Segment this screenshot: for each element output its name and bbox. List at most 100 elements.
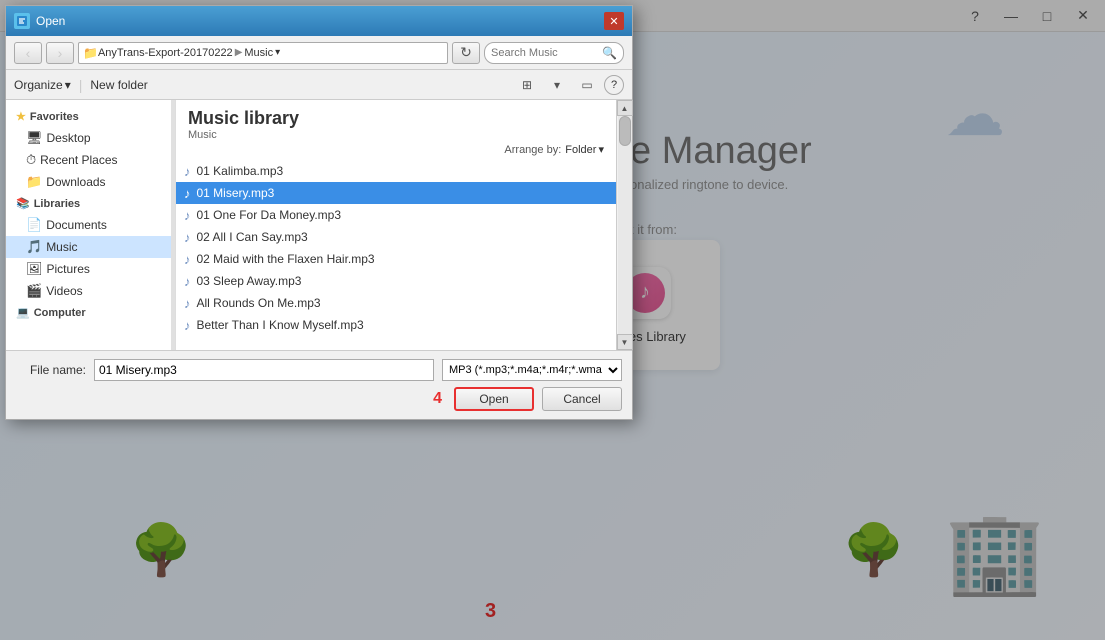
file-item-7[interactable]: ♪ Better Than I Know Myself.mp3: [176, 314, 616, 336]
sidebar-item-music[interactable]: 🎵 Music: [6, 236, 175, 258]
view-buttons: ⊞ ▾ ▭ ?: [514, 74, 624, 96]
file-item-4[interactable]: ♪ 02 Maid with the Flaxen Hair.mp3: [176, 248, 616, 270]
forward-button[interactable]: ›: [46, 42, 74, 64]
dialog-title-text: Open: [36, 14, 598, 28]
address-folder-name: AnyTrans-Export-20170222: [98, 47, 233, 59]
library-subtitle: Music: [188, 129, 299, 141]
help-icon-button[interactable]: ?: [604, 75, 624, 95]
filename-row: File name: MP3 (*.mp3;*.m4a;*.m4r;*.wma: [16, 359, 622, 381]
file-icon-selected: ♪: [184, 186, 191, 201]
sidebar-recent-label: Recent Places: [40, 153, 117, 167]
address-subfolder-name: Music: [244, 47, 273, 59]
scrollbar[interactable]: ▲ ▼: [616, 100, 632, 350]
sidebar-music-label: Music: [46, 240, 77, 254]
back-button[interactable]: ‹: [14, 42, 42, 64]
file-name-6: All Rounds On Me.mp3: [197, 296, 321, 310]
file-icon-6: ♪: [184, 296, 191, 311]
address-bar[interactable]: 📁 AnyTrans-Export-20170222 ▶ Music ▾: [78, 42, 448, 64]
sidebar-libraries-header: 📚 Libraries: [6, 193, 175, 214]
sidebar-documents-label: Documents: [46, 218, 107, 232]
sidebar-item-recent-places[interactable]: ⏱ Recent Places: [6, 149, 175, 171]
dialog-title-icon: [14, 13, 30, 29]
search-input[interactable]: [491, 47, 602, 59]
sidebar-videos-label: Videos: [46, 284, 82, 298]
file-icon-4: ♪: [184, 252, 191, 267]
file-name-7: Better Than I Know Myself.mp3: [197, 318, 364, 332]
step-4-label: 4: [433, 390, 442, 408]
dialog-body-scroll: Music library Music Arrange by: Folder ▾…: [176, 100, 632, 350]
file-name-4: 02 Maid with the Flaxen Hair.mp3: [197, 252, 375, 266]
file-list: Music library Music Arrange by: Folder ▾…: [176, 100, 616, 350]
file-item-6[interactable]: ♪ All Rounds On Me.mp3: [176, 292, 616, 314]
sidebar-resize-handle[interactable]: [171, 100, 175, 350]
search-box: 🔍: [484, 42, 624, 64]
file-icon-2: ♪: [184, 208, 191, 223]
address-chevron-icon: ▶: [235, 47, 243, 58]
file-item-3[interactable]: ♪ 02 All I Can Say.mp3: [176, 226, 616, 248]
open-dialog: Open ✕ ‹ › 📁 AnyTrans-Export-20170222 ▶ …: [5, 5, 633, 420]
dialog-sidebar: ★ Favorites 🖥 Desktop ⏱ Recent Places 📁 …: [6, 100, 176, 350]
sidebar-favorites-header: ★ Favorites: [6, 106, 175, 127]
sidebar-item-videos[interactable]: 🎬 Videos: [6, 280, 175, 302]
sidebar-item-documents[interactable]: 📄 Documents: [6, 214, 175, 236]
file-item[interactable]: ♪ 01 Kalimba.mp3: [176, 160, 616, 182]
scroll-track[interactable]: [618, 116, 632, 334]
arrange-by-label: Arrange by:: [504, 144, 561, 156]
libraries-label: Libraries: [34, 198, 80, 210]
documents-icon: 📄: [26, 217, 42, 233]
videos-icon: 🎬: [26, 283, 42, 299]
new-folder-button[interactable]: New folder: [90, 78, 147, 92]
file-name: 01 Kalimba.mp3: [197, 164, 284, 178]
favorites-star-icon: ★: [16, 110, 26, 123]
arrange-value: Folder: [565, 144, 596, 156]
filename-input[interactable]: [94, 359, 434, 381]
dialog-close-button[interactable]: ✕: [604, 12, 624, 30]
refresh-button[interactable]: ↻: [452, 42, 480, 64]
dialog-toolbar: ‹ › 📁 AnyTrans-Export-20170222 ▶ Music ▾…: [6, 36, 632, 70]
file-item-selected[interactable]: ♪ 01 Misery.mp3: [176, 182, 616, 204]
sidebar-downloads-label: Downloads: [46, 175, 105, 189]
preview-pane-button[interactable]: ▭: [574, 74, 600, 96]
desktop-icon: 🖥: [26, 130, 43, 146]
file-icon-5: ♪: [184, 274, 191, 289]
file-name-2: 01 One For Da Money.mp3: [197, 208, 342, 222]
file-name-selected: 01 Misery.mp3: [197, 186, 275, 200]
dialog-titlebar: Open ✕: [6, 6, 632, 36]
cancel-button[interactable]: Cancel: [542, 387, 622, 411]
scroll-thumb[interactable]: [619, 116, 631, 146]
file-name-3: 02 All I Can Say.mp3: [197, 230, 308, 244]
organize-dropdown-icon: ▾: [65, 78, 71, 92]
organize-toolbar: Organize ▾ | New folder ⊞ ▾ ▭ ?: [6, 70, 632, 100]
address-dropdown-button[interactable]: ▾: [275, 47, 280, 58]
file-item-2[interactable]: ♪ 01 One For Da Money.mp3: [176, 204, 616, 226]
grid-view-button[interactable]: ⊞: [514, 74, 540, 96]
sidebar-item-pictures[interactable]: 🖼 Pictures: [6, 258, 175, 280]
dialog-bottom: File name: MP3 (*.mp3;*.m4a;*.m4r;*.wma …: [6, 350, 632, 419]
view-options-button[interactable]: ▾: [544, 74, 570, 96]
sidebar-item-desktop[interactable]: 🖥 Desktop: [6, 127, 175, 149]
scroll-up-button[interactable]: ▲: [617, 100, 633, 116]
music-library-icon: 🎵: [26, 239, 42, 255]
file-name-5: 03 Sleep Away.mp3: [197, 274, 302, 288]
filetype-select[interactable]: MP3 (*.mp3;*.m4a;*.m4r;*.wma: [442, 359, 622, 381]
open-button[interactable]: Open: [454, 387, 534, 411]
address-folder-icon: 📁: [83, 46, 98, 60]
search-icon: 🔍: [602, 46, 617, 60]
library-title: Music library: [188, 108, 299, 129]
recent-places-icon: ⏱: [26, 152, 36, 168]
scroll-down-button[interactable]: ▼: [617, 334, 633, 350]
sidebar-pictures-label: Pictures: [47, 262, 90, 276]
organize-label: Organize: [14, 78, 63, 92]
arrange-chevron-icon: ▾: [598, 143, 604, 156]
sidebar-item-downloads[interactable]: 📁 Downloads: [6, 171, 175, 193]
computer-sidebar-icon: 💻: [16, 306, 30, 319]
organize-button[interactable]: Organize ▾: [14, 78, 71, 92]
file-icon-7: ♪: [184, 318, 191, 333]
file-icon: ♪: [184, 164, 191, 179]
arrange-dropdown[interactable]: Folder ▾: [565, 143, 604, 156]
filename-label: File name:: [16, 363, 86, 377]
file-icon-3: ♪: [184, 230, 191, 245]
pictures-icon: 🖼: [26, 261, 43, 277]
file-item-5[interactable]: ♪ 03 Sleep Away.mp3: [176, 270, 616, 292]
computer-sidebar-label: Computer: [34, 307, 86, 319]
